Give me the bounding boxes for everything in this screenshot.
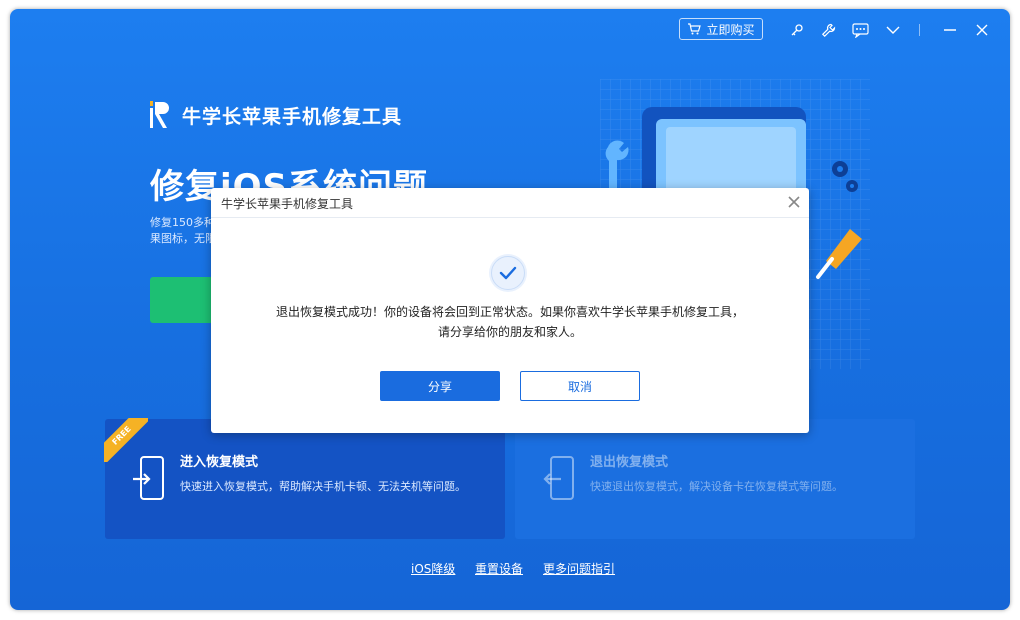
- titlebar-divider: [919, 24, 920, 36]
- cancel-button[interactable]: 取消: [520, 371, 640, 401]
- chevron-down-icon[interactable]: [884, 21, 902, 39]
- dialog-message: 退出恢复模式成功！你的设备将会回到正常状态。如果你喜欢牛学长苹果手机修复工具， …: [211, 302, 809, 342]
- success-check-icon: [489, 254, 527, 292]
- buy-now-button[interactable]: 立即购买: [679, 18, 763, 40]
- buy-now-label: 立即购买: [706, 22, 755, 37]
- hero-desc-line: 修复150多种: [150, 216, 215, 229]
- ios-downgrade-link[interactable]: iOS降级: [411, 560, 455, 577]
- dialog-close-icon[interactable]: [786, 194, 802, 210]
- brand-logo-icon: [150, 101, 169, 128]
- dialog-title: 牛学长苹果手机修复工具: [221, 197, 354, 211]
- cart-icon: [688, 23, 702, 35]
- more-help-link[interactable]: 更多问题指引: [543, 560, 615, 577]
- exit-recovery-desc: 快速退出恢复模式，解决设备卡在恢复模式等问题。: [590, 480, 843, 493]
- hero-description: 修复150多种 果图标，无限: [150, 215, 220, 247]
- enter-recovery-desc: 快速进入恢复模式，帮助解决手机卡顿、无法关机等问题。: [180, 480, 466, 493]
- feedback-icon[interactable]: [851, 21, 869, 39]
- brand-name: 牛学长苹果手机修复工具: [182, 105, 403, 128]
- dialog-message-line: 请分享给你的朋友和家人。: [437, 325, 582, 339]
- enter-recovery-icon: [133, 456, 164, 500]
- wrench-icon[interactable]: [819, 21, 837, 39]
- exit-recovery-title: 退出恢复模式: [590, 455, 669, 470]
- exit-recovery-icon: [543, 456, 574, 500]
- dialog-header: 牛学长苹果手机修复工具: [211, 188, 809, 218]
- hero-desc-line: 果图标，无限: [150, 232, 216, 245]
- start-repair-button[interactable]: [150, 277, 214, 323]
- minimize-icon[interactable]: [941, 21, 959, 39]
- app-logo: 牛学长苹果手机修复工具: [150, 101, 402, 129]
- enter-recovery-card[interactable]: FREE 进入恢复模式 快速进入恢复模式，帮助解决手机卡顿、无法关机等问题。: [104, 418, 505, 539]
- dialog-message-line: 退出恢复模式成功！你的设备将会回到正常状态。如果你喜欢牛学长苹果手机修复工具，: [275, 305, 744, 319]
- close-icon[interactable]: [973, 21, 991, 39]
- share-button[interactable]: 分享: [380, 371, 500, 401]
- key-icon[interactable]: [788, 21, 806, 39]
- enter-recovery-title: 进入恢复模式: [180, 455, 259, 470]
- reset-device-link[interactable]: 重置设备: [475, 560, 523, 577]
- exit-recovery-card[interactable]: 退出恢复模式 快速退出恢复模式，解决设备卡在恢复模式等问题。: [515, 419, 915, 539]
- success-dialog: 牛学长苹果手机修复工具 退出恢复模式成功！你的设备将会回到正常状态。如果你喜欢牛…: [211, 188, 809, 433]
